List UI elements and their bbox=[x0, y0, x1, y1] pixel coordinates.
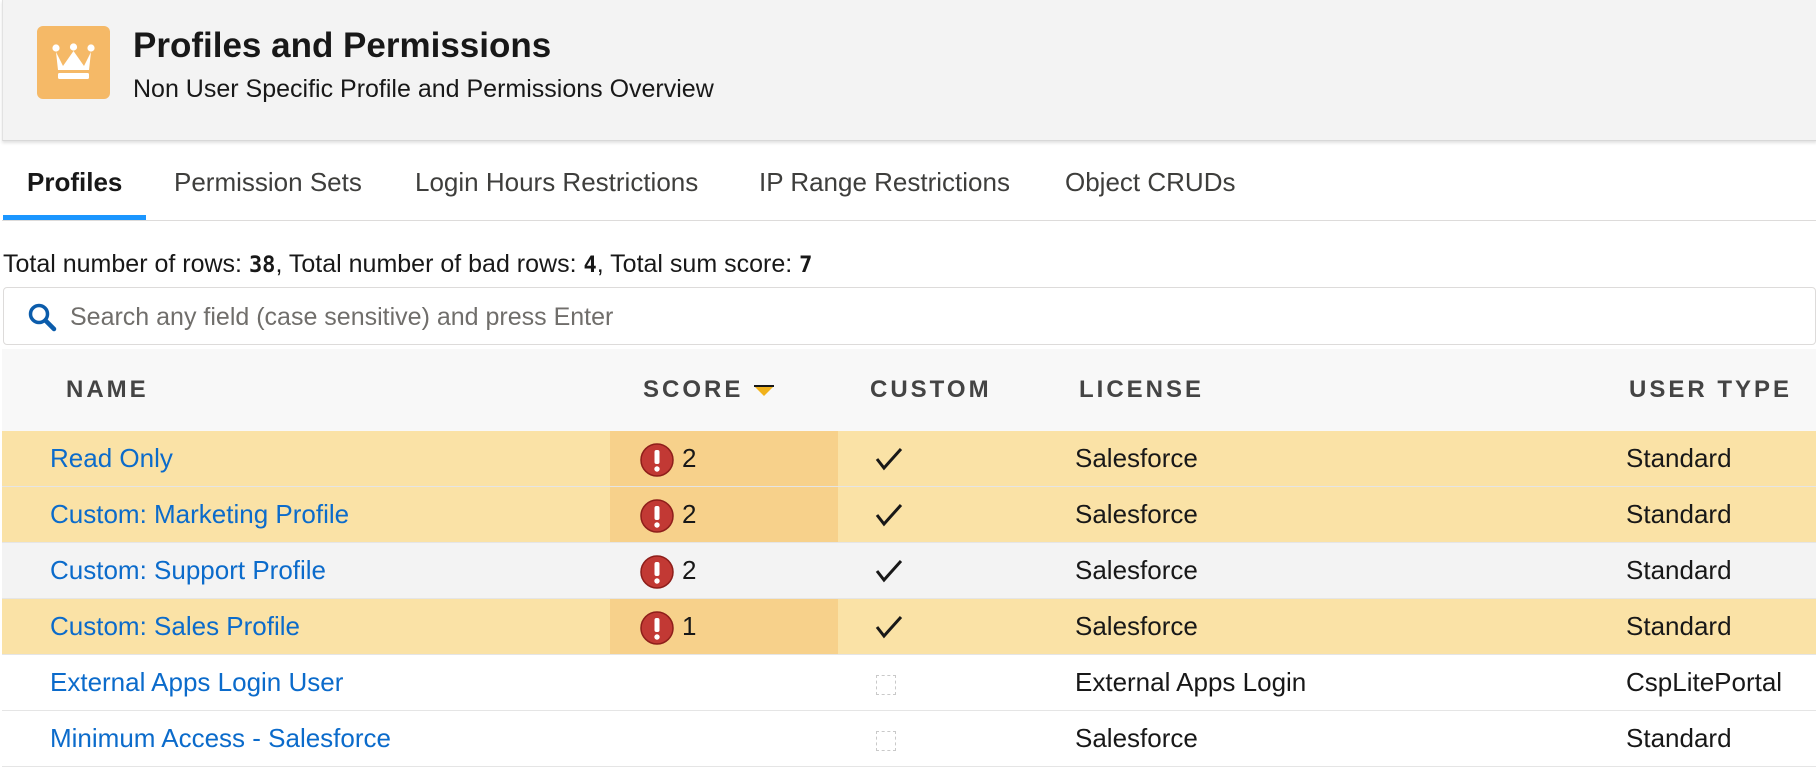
user-type-value: Standard bbox=[1626, 443, 1732, 473]
page-subtitle: Non User Specific Profile and Permission… bbox=[133, 75, 714, 103]
column-header-user-type[interactable]: USER TYPE bbox=[1629, 349, 1792, 431]
user-type-value: Standard bbox=[1626, 611, 1732, 641]
unchecked-box-icon bbox=[876, 731, 896, 751]
profile-name-link[interactable]: External Apps Login User bbox=[50, 655, 343, 710]
tab-bar: Profiles Permission Sets Login Hours Res… bbox=[2, 146, 1816, 221]
license-value: Salesforce bbox=[1075, 499, 1198, 529]
profile-name-link[interactable]: Minimum Access - Salesforce bbox=[50, 711, 391, 766]
license-value: Salesforce bbox=[1075, 443, 1198, 473]
error-icon bbox=[640, 499, 674, 533]
search-icon bbox=[28, 303, 57, 332]
table-row: Read Only 2 Salesforce Standard bbox=[2, 431, 1816, 487]
table-row: External Apps Login User External Apps L… bbox=[2, 655, 1816, 711]
user-type-value: Standard bbox=[1626, 555, 1732, 585]
tab-ip-range-restrictions[interactable]: IP Range Restrictions bbox=[759, 146, 1010, 218]
score-value: 2 bbox=[682, 555, 697, 585]
column-header-score[interactable]: SCORE bbox=[643, 349, 743, 431]
license-value: Salesforce bbox=[1075, 611, 1198, 641]
error-icon bbox=[640, 611, 674, 645]
table-row: Minimum Access - Salesforce Salesforce S… bbox=[2, 711, 1816, 767]
error-icon bbox=[640, 555, 674, 589]
sum-score-label: , Total sum score: bbox=[596, 250, 800, 278]
profile-name-link[interactable]: Custom: Marketing Profile bbox=[50, 487, 349, 542]
crown-icon bbox=[37, 26, 110, 99]
unchecked-box-icon bbox=[876, 675, 896, 695]
rows-count: 38 bbox=[248, 253, 276, 278]
error-icon bbox=[640, 443, 674, 477]
sum-score-value: 7 bbox=[799, 253, 813, 278]
user-type-value: CspLitePortal bbox=[1626, 667, 1783, 697]
checkmark-icon bbox=[875, 559, 903, 583]
summary-line: Total number of rows: 38, Total number o… bbox=[3, 250, 812, 279]
tab-object-cruds[interactable]: Object CRUDs bbox=[1065, 146, 1235, 218]
score-value: 2 bbox=[682, 443, 697, 473]
tab-permission-sets[interactable]: Permission Sets bbox=[174, 146, 362, 218]
column-header-custom[interactable]: CUSTOM bbox=[870, 349, 992, 431]
score-value: 1 bbox=[682, 611, 697, 641]
table-row: Custom: Marketing Profile 2 Salesforce S… bbox=[2, 487, 1816, 543]
sort-desc-icon[interactable] bbox=[752, 384, 776, 398]
user-type-value: Standard bbox=[1626, 723, 1732, 753]
tab-profiles[interactable]: Profiles bbox=[2, 146, 147, 220]
license-value: Salesforce bbox=[1075, 723, 1198, 753]
table-row: Custom: Sales Profile 1 Salesforce Stand… bbox=[2, 599, 1816, 655]
profile-name-link[interactable]: Read Only bbox=[50, 431, 173, 486]
profile-name-link[interactable]: Custom: Sales Profile bbox=[50, 599, 300, 654]
page-header: Profiles and Permissions Non User Specif… bbox=[2, 0, 1816, 141]
search-input[interactable] bbox=[68, 296, 1772, 338]
bad-rows-label: , Total number of bad rows: bbox=[275, 250, 584, 278]
rows-label: Total number of rows: bbox=[3, 250, 249, 278]
checkmark-icon bbox=[875, 447, 903, 471]
checkmark-icon bbox=[875, 503, 903, 527]
column-header-name[interactable]: NAME bbox=[66, 349, 149, 431]
page-title: Profiles and Permissions bbox=[133, 26, 552, 65]
bad-rows-count: 4 bbox=[583, 253, 597, 278]
license-value: External Apps Login bbox=[1075, 667, 1307, 697]
table-header: NAME SCORE CUSTOM LICENSE USER TYPE bbox=[2, 349, 1816, 432]
user-type-value: Standard bbox=[1626, 499, 1732, 529]
table-row: Custom: Support Profile 2 Salesforce Sta… bbox=[2, 543, 1816, 599]
column-header-license[interactable]: LICENSE bbox=[1079, 349, 1204, 431]
profile-name-link[interactable]: Custom: Support Profile bbox=[50, 543, 326, 598]
checkmark-icon bbox=[875, 615, 903, 639]
tab-login-hours-restrictions[interactable]: Login Hours Restrictions bbox=[415, 146, 698, 218]
search-box bbox=[3, 287, 1816, 345]
license-value: Salesforce bbox=[1075, 555, 1198, 585]
score-value: 2 bbox=[682, 499, 697, 529]
